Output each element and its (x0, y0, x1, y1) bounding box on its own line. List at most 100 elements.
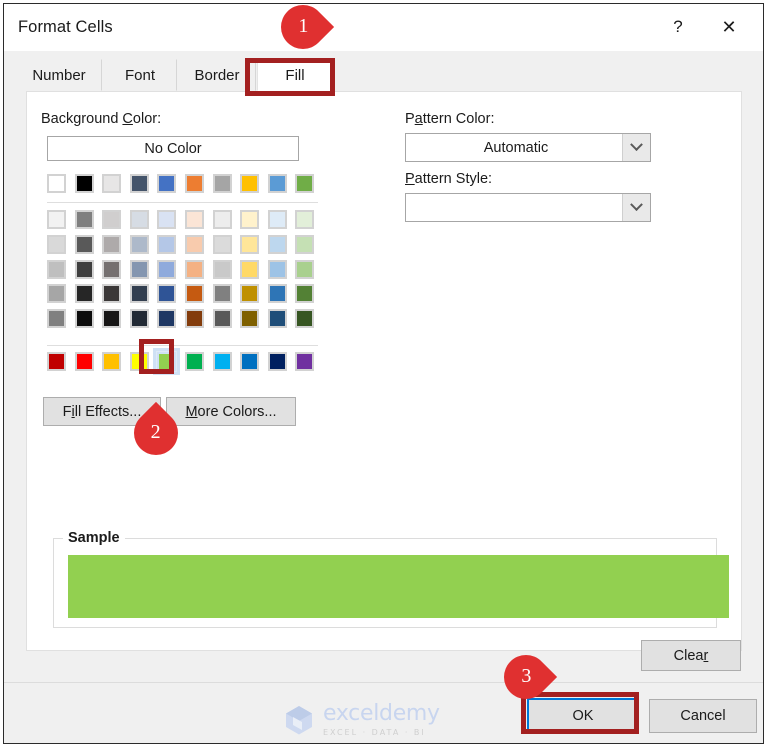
cancel-button[interactable]: Cancel (649, 699, 757, 733)
theme-color-swatch-r1c7[interactable] (240, 210, 260, 229)
theme-color-swatch-r1c3[interactable] (129, 210, 149, 229)
theme-color-swatch-r5c5[interactable] (185, 309, 204, 329)
theme-color-swatch-r5c0[interactable] (47, 309, 66, 329)
standard-color-swatch-6[interactable] (212, 352, 232, 371)
no-color-button[interactable]: No Color (47, 136, 299, 161)
standard-color-swatch-2[interactable] (102, 352, 122, 371)
sample-preview (68, 555, 729, 618)
theme-color-swatch-r4c1[interactable] (74, 284, 94, 304)
theme-color-swatch-r0c8[interactable] (267, 174, 287, 193)
theme-color-swatch-r1c1[interactable] (74, 210, 94, 229)
theme-color-swatch-r2c1[interactable] (74, 234, 94, 254)
tab-fill[interactable]: Fill (257, 59, 333, 91)
theme-color-swatch-r3c3[interactable] (129, 259, 149, 279)
standard-color-swatch-7[interactable] (240, 352, 260, 371)
theme-color-swatch-r4c8[interactable] (267, 284, 287, 304)
theme-color-swatch-r3c4[interactable] (157, 259, 177, 279)
pattern-color-dropdown-arrow[interactable] (622, 134, 650, 161)
theme-color-swatch-r4c0[interactable] (47, 284, 66, 304)
standard-color-swatch-5[interactable] (185, 352, 204, 371)
theme-color-swatch-r2c4[interactable] (157, 234, 177, 254)
dialog-title: Format Cells (18, 18, 113, 36)
theme-color-swatch-r0c3[interactable] (129, 174, 149, 193)
theme-color-swatch-r3c9[interactable] (295, 259, 315, 279)
dialog-titlebar: Format Cells ? ✕ (4, 4, 763, 51)
standard-color-swatch-selected[interactable] (157, 352, 177, 371)
theme-color-swatch-r5c8[interactable] (267, 309, 287, 329)
theme-color-swatch-r2c9[interactable] (295, 234, 315, 254)
pattern-style-combobox[interactable] (405, 193, 651, 222)
theme-color-swatch-r3c2[interactable] (102, 259, 122, 279)
pattern-style-label-post: attern Style: (414, 171, 493, 187)
exceldemy-logo-icon (286, 706, 312, 735)
ok-button[interactable]: OK (527, 698, 639, 734)
theme-color-swatch-r4c3[interactable] (129, 284, 149, 304)
theme-color-swatch-r2c6[interactable] (212, 234, 232, 254)
exceldemy-watermark: exceldemy EXCEL · DATA · BI (282, 700, 482, 740)
theme-color-swatch-r3c6[interactable] (212, 259, 232, 279)
tab-label: Number (32, 66, 86, 84)
standard-color-swatch-3[interactable] (129, 352, 149, 371)
theme-color-swatch-r4c5[interactable] (185, 284, 204, 304)
theme-color-swatch-r5c6[interactable] (212, 309, 232, 329)
theme-color-swatch-r4c2[interactable] (102, 284, 122, 304)
theme-color-swatch-r3c0[interactable] (47, 259, 66, 279)
theme-color-swatch-r4c7[interactable] (240, 284, 260, 304)
pattern-color-label-post: ttern Color: (422, 111, 495, 127)
theme-color-swatch-r3c8[interactable] (267, 259, 287, 279)
tab-font[interactable]: Font (103, 59, 177, 91)
theme-color-swatch-r2c8[interactable] (267, 234, 287, 254)
theme-color-swatch-r4c4[interactable] (157, 284, 177, 304)
theme-color-swatch-r0c0[interactable] (47, 174, 66, 193)
pattern-style-dropdown-arrow[interactable] (622, 194, 650, 221)
theme-color-swatch-r1c2[interactable] (102, 210, 122, 229)
fill-tab-panel: Background Color: No Color Fi ll Effects.… (26, 91, 742, 671)
theme-color-swatch-r1c0[interactable] (47, 210, 66, 229)
standard-color-swatch-1[interactable] (74, 352, 94, 371)
theme-color-swatch-r2c2[interactable] (102, 234, 122, 254)
watermark-tagline: EXCEL · DATA · BI (323, 728, 426, 737)
help-button[interactable]: ? (656, 9, 700, 45)
theme-color-swatch-r5c7[interactable] (240, 309, 260, 329)
pattern-color-combobox[interactable]: Automatic (405, 133, 651, 162)
theme-color-swatch-r5c3[interactable] (129, 309, 149, 329)
theme-color-swatch-r0c9[interactable] (295, 174, 315, 193)
theme-color-swatch-r1c5[interactable] (185, 210, 204, 229)
theme-color-swatch-r1c6[interactable] (212, 210, 232, 229)
tab-number[interactable]: Number (16, 59, 102, 91)
standard-color-swatch-9[interactable] (295, 352, 315, 371)
theme-color-swatch-r1c4[interactable] (157, 210, 177, 229)
theme-color-swatch-r1c9[interactable] (295, 210, 315, 229)
theme-color-swatch-r2c7[interactable] (240, 234, 260, 254)
clear-button[interactable]: Clea r (641, 640, 741, 671)
more-colors-post: ore Colors... (197, 403, 277, 420)
theme-color-swatch-r2c3[interactable] (129, 234, 149, 254)
theme-color-swatch-r3c1[interactable] (74, 259, 94, 279)
close-button[interactable]: ✕ (707, 9, 751, 45)
standard-color-swatch-0[interactable] (47, 352, 66, 371)
footer-divider (4, 682, 763, 683)
theme-color-swatch-r0c6[interactable] (212, 174, 232, 193)
theme-color-swatch-r0c4[interactable] (157, 174, 177, 193)
theme-color-swatch-r1c8[interactable] (267, 210, 287, 229)
theme-color-swatch-r5c4[interactable] (157, 309, 177, 329)
theme-color-swatch-r5c1[interactable] (74, 309, 94, 329)
watermark-name: exceldemy (323, 701, 440, 726)
theme-color-swatch-r2c5[interactable] (185, 234, 204, 254)
theme-color-swatch-r0c5[interactable] (185, 174, 204, 193)
theme-color-swatch-r4c9[interactable] (295, 284, 315, 304)
theme-color-swatch-r3c5[interactable] (185, 259, 204, 279)
standard-color-swatch-8[interactable] (267, 352, 287, 371)
tab-label: Fill (285, 66, 305, 84)
theme-color-swatch-r2c0[interactable] (47, 234, 66, 254)
theme-color-swatch-r0c7[interactable] (240, 174, 260, 193)
theme-color-swatch-r4c6[interactable] (212, 284, 232, 304)
pattern-color-label-pre: P (405, 111, 415, 127)
theme-color-swatch-r5c9[interactable] (295, 309, 315, 329)
tab-border[interactable]: Border (178, 59, 256, 91)
theme-color-swatch-r0c1[interactable] (74, 174, 94, 193)
theme-color-swatch-r5c2[interactable] (102, 309, 122, 329)
theme-color-swatch-r3c7[interactable] (240, 259, 260, 279)
more-colors-button[interactable]: More Colors... (166, 397, 296, 426)
theme-color-swatch-r0c2[interactable] (102, 174, 122, 193)
